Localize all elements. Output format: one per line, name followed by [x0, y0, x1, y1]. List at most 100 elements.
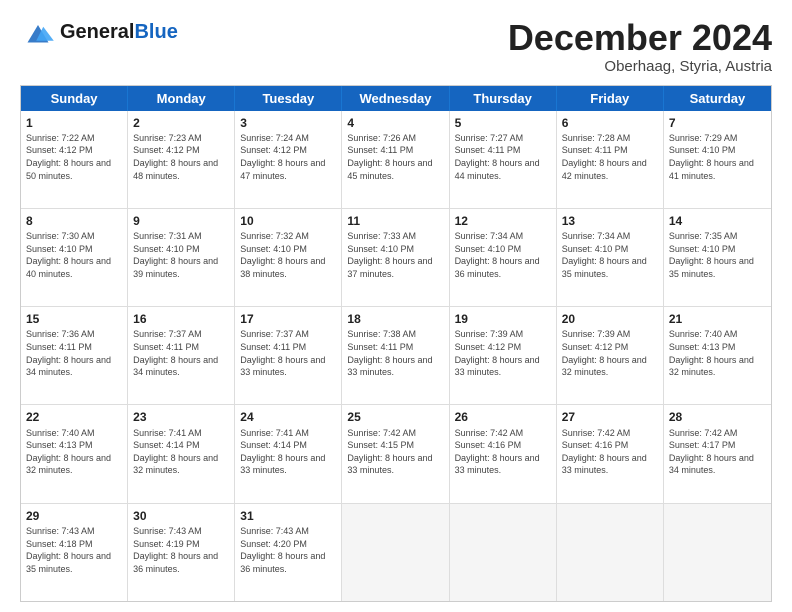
- calendar-cell: 7Sunrise: 7:29 AM Sunset: 4:10 PM Daylig…: [664, 111, 771, 208]
- calendar-cell: 31Sunrise: 7:43 AM Sunset: 4:20 PM Dayli…: [235, 504, 342, 601]
- day-info: Sunrise: 7:43 AM Sunset: 4:19 PM Dayligh…: [133, 525, 229, 575]
- calendar-cell: [664, 504, 771, 601]
- logo-icon: [20, 18, 56, 46]
- day-number: 11: [347, 213, 443, 229]
- calendar-row: 22Sunrise: 7:40 AM Sunset: 4:13 PM Dayli…: [21, 404, 771, 502]
- calendar-cell: [557, 504, 664, 601]
- calendar-cell: 30Sunrise: 7:43 AM Sunset: 4:19 PM Dayli…: [128, 504, 235, 601]
- calendar-cell: 29Sunrise: 7:43 AM Sunset: 4:18 PM Dayli…: [21, 504, 128, 601]
- day-number: 16: [133, 311, 229, 327]
- day-number: 19: [455, 311, 551, 327]
- day-info: Sunrise: 7:41 AM Sunset: 4:14 PM Dayligh…: [240, 427, 336, 477]
- day-info: Sunrise: 7:27 AM Sunset: 4:11 PM Dayligh…: [455, 132, 551, 182]
- day-info: Sunrise: 7:29 AM Sunset: 4:10 PM Dayligh…: [669, 132, 766, 182]
- calendar-cell: 20Sunrise: 7:39 AM Sunset: 4:12 PM Dayli…: [557, 307, 664, 404]
- calendar-row: 15Sunrise: 7:36 AM Sunset: 4:11 PM Dayli…: [21, 306, 771, 404]
- calendar-cell: 28 Sunrise: 7:42 AM Sunset: 4:17 PM Dayli…: [664, 405, 771, 502]
- calendar-cell: 25 Sunrise: 7:42 AM Sunset: 4:15 PM Dayli…: [342, 405, 449, 502]
- day-number: 4: [347, 115, 443, 131]
- calendar-header: SundayMondayTuesdayWednesdayThursdayFrid…: [21, 86, 771, 111]
- day-info: Sunrise: 7:30 AM Sunset: 4:10 PM Dayligh…: [26, 230, 122, 280]
- day-number: 30: [133, 508, 229, 524]
- day-info: Sunrise: 7:33 AM Sunset: 4:10 PM Dayligh…: [347, 230, 443, 280]
- calendar-cell: 17Sunrise: 7:37 AM Sunset: 4:11 PM Dayli…: [235, 307, 342, 404]
- calendar-cell: 26Sunrise: 7:42 AM Sunset: 4:16 PM Dayli…: [450, 405, 557, 502]
- day-info: Sunrise: 7:42 AM Sunset: 4:15 PM Dayligh…: [347, 427, 443, 477]
- calendar-cell: 13Sunrise: 7:34 AM Sunset: 4:10 PM Dayli…: [557, 209, 664, 306]
- day-number: 5: [455, 115, 551, 131]
- day-info: Sunrise: 7:22 AM Sunset: 4:12 PM Dayligh…: [26, 132, 122, 182]
- day-number: 23: [133, 409, 229, 425]
- day-number: 2: [133, 115, 229, 131]
- title-block: December 2024 Oberhaag, Styria, Austria: [508, 18, 772, 75]
- day-number: 29: [26, 508, 122, 524]
- day-number: 7: [669, 115, 766, 131]
- calendar-row: 29Sunrise: 7:43 AM Sunset: 4:18 PM Dayli…: [21, 503, 771, 601]
- day-number: 28: [669, 409, 766, 425]
- day-info: Sunrise: 7:35 AM Sunset: 4:10 PM Dayligh…: [669, 230, 766, 280]
- day-info: Sunrise: 7:28 AM Sunset: 4:11 PM Dayligh…: [562, 132, 658, 182]
- logo-text-general: General: [60, 21, 134, 43]
- day-info: Sunrise: 7:26 AM Sunset: 4:11 PM Dayligh…: [347, 132, 443, 182]
- weekday-header: Friday: [557, 86, 664, 111]
- day-info: Sunrise: 7:34 AM Sunset: 4:10 PM Dayligh…: [455, 230, 551, 280]
- calendar-cell: [342, 504, 449, 601]
- day-number: 21: [669, 311, 766, 327]
- day-number: 14: [669, 213, 766, 229]
- location-subtitle: Oberhaag, Styria, Austria: [508, 58, 772, 75]
- calendar-cell: 9Sunrise: 7:31 AM Sunset: 4:10 PM Daylig…: [128, 209, 235, 306]
- weekday-header: Monday: [128, 86, 235, 111]
- day-number: 15: [26, 311, 122, 327]
- day-info: Sunrise: 7:39 AM Sunset: 4:12 PM Dayligh…: [562, 328, 658, 378]
- day-info: Sunrise: 7:42 AM Sunset: 4:17 PM Dayligh…: [669, 427, 766, 477]
- day-info: Sunrise: 7:36 AM Sunset: 4:11 PM Dayligh…: [26, 328, 122, 378]
- logo-text-blue: Blue: [134, 21, 177, 43]
- weekday-header: Saturday: [664, 86, 771, 111]
- calendar-cell: 11Sunrise: 7:33 AM Sunset: 4:10 PM Dayli…: [342, 209, 449, 306]
- day-info: Sunrise: 7:40 AM Sunset: 4:13 PM Dayligh…: [26, 427, 122, 477]
- day-info: Sunrise: 7:24 AM Sunset: 4:12 PM Dayligh…: [240, 132, 336, 182]
- calendar-row: 1Sunrise: 7:22 AM Sunset: 4:12 PM Daylig…: [21, 111, 771, 208]
- page: GeneralBlue December 2024 Oberhaag, Styr…: [0, 0, 792, 612]
- day-number: 31: [240, 508, 336, 524]
- calendar-cell: 23 Sunrise: 7:41 AM Sunset: 4:14 PM Dayli…: [128, 405, 235, 502]
- day-number: 6: [562, 115, 658, 131]
- day-number: 10: [240, 213, 336, 229]
- calendar-cell: 6Sunrise: 7:28 AM Sunset: 4:11 PM Daylig…: [557, 111, 664, 208]
- calendar-cell: 16Sunrise: 7:37 AM Sunset: 4:11 PM Dayli…: [128, 307, 235, 404]
- calendar-cell: 24Sunrise: 7:41 AM Sunset: 4:14 PM Dayli…: [235, 405, 342, 502]
- day-info: Sunrise: 7:43 AM Sunset: 4:18 PM Dayligh…: [26, 525, 122, 575]
- day-info: Sunrise: 7:38 AM Sunset: 4:11 PM Dayligh…: [347, 328, 443, 378]
- calendar-cell: 27 Sunrise: 7:42 AM Sunset: 4:16 PM Dayli…: [557, 405, 664, 502]
- day-number: 8: [26, 213, 122, 229]
- calendar-cell: 8Sunrise: 7:30 AM Sunset: 4:10 PM Daylig…: [21, 209, 128, 306]
- day-info: Sunrise: 7:39 AM Sunset: 4:12 PM Dayligh…: [455, 328, 551, 378]
- day-info: Sunrise: 7:31 AM Sunset: 4:10 PM Dayligh…: [133, 230, 229, 280]
- day-number: 17: [240, 311, 336, 327]
- day-number: 3: [240, 115, 336, 131]
- weekday-header: Thursday: [450, 86, 557, 111]
- calendar-cell: 5Sunrise: 7:27 AM Sunset: 4:11 PM Daylig…: [450, 111, 557, 208]
- weekday-header: Tuesday: [235, 86, 342, 111]
- weekday-header: Sunday: [21, 86, 128, 111]
- day-info: Sunrise: 7:41 AM Sunset: 4:14 PM Dayligh…: [133, 427, 229, 477]
- calendar-row: 8Sunrise: 7:30 AM Sunset: 4:10 PM Daylig…: [21, 208, 771, 306]
- day-number: 27: [562, 409, 658, 425]
- calendar-cell: 4Sunrise: 7:26 AM Sunset: 4:11 PM Daylig…: [342, 111, 449, 208]
- calendar-cell: [450, 504, 557, 601]
- day-number: 18: [347, 311, 443, 327]
- day-info: Sunrise: 7:42 AM Sunset: 4:16 PM Dayligh…: [562, 427, 658, 477]
- day-info: Sunrise: 7:37 AM Sunset: 4:11 PM Dayligh…: [133, 328, 229, 378]
- month-title: December 2024: [508, 18, 772, 58]
- day-number: 9: [133, 213, 229, 229]
- day-number: 20: [562, 311, 658, 327]
- day-info: Sunrise: 7:23 AM Sunset: 4:12 PM Dayligh…: [133, 132, 229, 182]
- day-number: 25: [347, 409, 443, 425]
- day-number: 13: [562, 213, 658, 229]
- day-number: 26: [455, 409, 551, 425]
- calendar-cell: 22Sunrise: 7:40 AM Sunset: 4:13 PM Dayli…: [21, 405, 128, 502]
- calendar-cell: 14Sunrise: 7:35 AM Sunset: 4:10 PM Dayli…: [664, 209, 771, 306]
- weekday-header: Wednesday: [342, 86, 449, 111]
- calendar-cell: 18Sunrise: 7:38 AM Sunset: 4:11 PM Dayli…: [342, 307, 449, 404]
- day-info: Sunrise: 7:34 AM Sunset: 4:10 PM Dayligh…: [562, 230, 658, 280]
